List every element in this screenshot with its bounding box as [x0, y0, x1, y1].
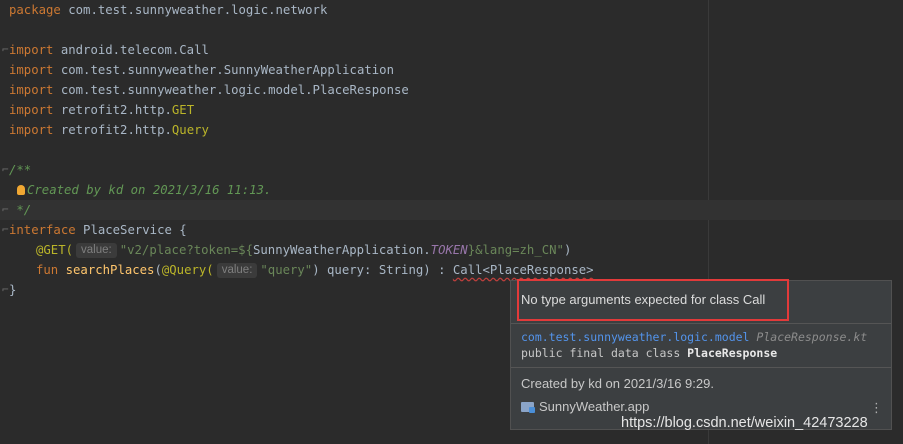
package-name: com.test.sunnyweather.logic.network — [60, 3, 328, 17]
keyword: import — [9, 63, 54, 77]
import-path: com.test.sunnyweather.SunnyWeatherApplic… — [53, 63, 394, 77]
parameter-hint: value: — [76, 243, 117, 258]
error-tooltip-popup[interactable]: No type arguments expected for class Cal… — [510, 279, 892, 430]
code-line-import[interactable]: import retrofit2.http.Query — [9, 120, 209, 140]
declaration-prefix: public final data class — [521, 346, 688, 360]
code-line-import[interactable]: import retrofit2.http.GET — [9, 100, 194, 120]
code-line-import[interactable]: import com.test.sunnyweather.logic.model… — [9, 80, 409, 100]
watermark-text: https://blog.csdn.net/weixin_42473228 — [621, 415, 868, 431]
class-ref: SunnyWeatherApplication. — [252, 243, 431, 257]
module-name: SunnyWeather.app — [539, 399, 650, 414]
more-vertical-icon[interactable]: ⋮ — [870, 402, 883, 415]
keyword: fun — [36, 263, 59, 277]
annotation: @Query( — [161, 263, 214, 277]
string-literal: }&lang=zh_CN" — [467, 243, 564, 257]
declaration-signature: public final data class PlaceResponse — [521, 345, 777, 361]
keyword: import — [9, 123, 54, 137]
import-path: com.test.sunnyweather.logic.model.PlaceR… — [53, 83, 409, 97]
fold-marker-icon[interactable]: ⌐ — [2, 40, 9, 60]
module-folder-icon — [521, 402, 535, 413]
import-path: android.telecom.Call — [53, 43, 209, 57]
file-name: PlaceResponse.kt — [756, 330, 868, 344]
code-line-function[interactable]: fun searchPlaces(@Query(value: "query") q… — [36, 260, 594, 280]
fold-marker-icon[interactable]: ⌐ — [2, 280, 9, 300]
annotation: @GET( — [36, 243, 74, 257]
package-link[interactable]: com.test.sunnyweather.logic.model — [521, 330, 749, 344]
parameters: ) query: String) : — [312, 263, 453, 277]
import-path: retrofit2.http. — [53, 103, 172, 117]
keyword: import — [9, 83, 54, 97]
keyword: package — [9, 3, 61, 17]
divider — [511, 323, 891, 324]
fold-marker-icon[interactable]: ⌐ — [2, 220, 9, 240]
error-message: No type arguments expected for class Cal… — [521, 292, 766, 307]
fold-marker-icon[interactable]: ⌐ — [2, 200, 9, 220]
paren: ( — [154, 263, 162, 277]
string-literal: "query" — [260, 263, 313, 277]
import-path: retrofit2.http. — [53, 123, 172, 137]
paren: ) — [563, 243, 572, 257]
doc-comment-close[interactable]: */ — [9, 200, 31, 220]
keyword: import — [9, 103, 54, 117]
closing-brace[interactable]: } — [9, 280, 16, 300]
current-line-highlight — [0, 200, 903, 220]
interface-name: PlaceService { — [75, 223, 187, 237]
keyword: interface — [9, 223, 76, 237]
doc-comment-text: Created by kd on 2021/3/16 11:13. — [27, 183, 272, 197]
code-line-doc[interactable]: Created by kd on 2021/3/16 11:13. — [17, 180, 271, 200]
code-line-import[interactable]: import com.test.sunnyweather.SunnyWeathe… — [9, 60, 394, 80]
module-label: SunnyWeather.app — [521, 398, 649, 416]
doc-created-text: Created by kd on 2021/3/16 9:29. — [521, 376, 714, 391]
keyword: import — [9, 43, 54, 57]
divider — [511, 367, 891, 368]
code-line-interface[interactable]: interface PlaceService { — [9, 220, 187, 240]
string-literal: "v2/place?token=${ — [119, 243, 253, 257]
import-name: Query — [171, 123, 209, 137]
parameter-hint: value: — [216, 263, 258, 278]
code-line-get-annotation[interactable]: @GET(value: "v2/place?token=${SunnyWeathe… — [36, 240, 571, 260]
error-return-type[interactable]: Call<PlaceResponse> — [453, 263, 594, 277]
constant-ref: TOKEN — [430, 243, 468, 257]
fold-marker-icon[interactable]: ⌐ — [2, 160, 9, 180]
import-name: GET — [171, 103, 195, 117]
declaration-package: com.test.sunnyweather.logic.model PlaceR… — [521, 329, 867, 345]
declaration-name: PlaceResponse — [687, 346, 778, 360]
doc-comment-open[interactable]: /** — [9, 160, 31, 180]
code-line-package[interactable]: package com.test.sunnyweather.logic.netw… — [9, 0, 327, 20]
function-name: searchPlaces — [65, 263, 155, 277]
lightbulb-icon[interactable] — [17, 185, 25, 195]
code-line-import[interactable]: import android.telecom.Call — [9, 40, 209, 60]
